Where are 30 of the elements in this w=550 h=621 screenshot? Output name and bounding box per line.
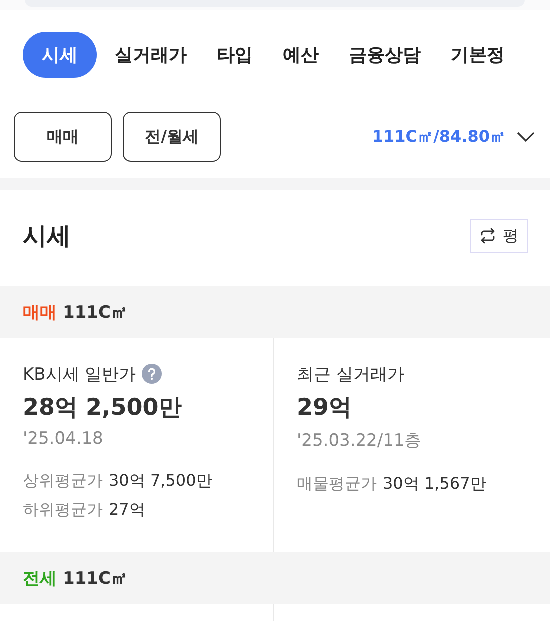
help-icon[interactable]: [142, 364, 162, 384]
price-value: 28억 2,500만: [23, 394, 183, 423]
stat-value: 30억 1,567만: [383, 474, 486, 495]
tab[interactable]: 기본정: [451, 32, 505, 78]
stat-label: 상위평균가: [23, 471, 103, 492]
filter-button[interactable]: 매매: [14, 112, 112, 162]
chevron-down-icon: [516, 131, 536, 143]
filter-button[interactable]: 전/월세: [123, 112, 221, 162]
tab[interactable]: 타입: [217, 32, 253, 78]
deal-type: 전세: [23, 568, 57, 590]
area-label: 111C㎡: [63, 302, 128, 324]
swap-icon: [479, 227, 497, 245]
price-value: 29억: [297, 394, 354, 423]
stat-label: 매물평균가: [297, 474, 377, 495]
area-dropdown[interactable]: 111C㎡/84.80㎡: [372, 126, 536, 148]
price-date: '25.03.22/11층: [297, 430, 423, 452]
stat-value: 27억: [109, 500, 146, 521]
tab[interactable]: 실거래가: [115, 32, 187, 78]
deal-type: 매매: [23, 302, 57, 324]
price-label: KB시세 일반가: [23, 364, 136, 386]
tab[interactable]: 금융상담: [349, 32, 421, 78]
tab[interactable]: 시세: [23, 32, 97, 78]
price-label: 최근 실거래가: [297, 364, 404, 386]
unit-toggle-button[interactable]: 평: [470, 219, 528, 253]
tab[interactable]: 예산: [283, 32, 319, 78]
section-title: 시세: [23, 221, 71, 252]
stat-value: 30억 7,500만: [109, 471, 212, 492]
area-label: 111C㎡: [63, 568, 128, 590]
price-date: '25.04.18: [23, 429, 104, 449]
stat-label: 하위평균가: [23, 500, 103, 521]
